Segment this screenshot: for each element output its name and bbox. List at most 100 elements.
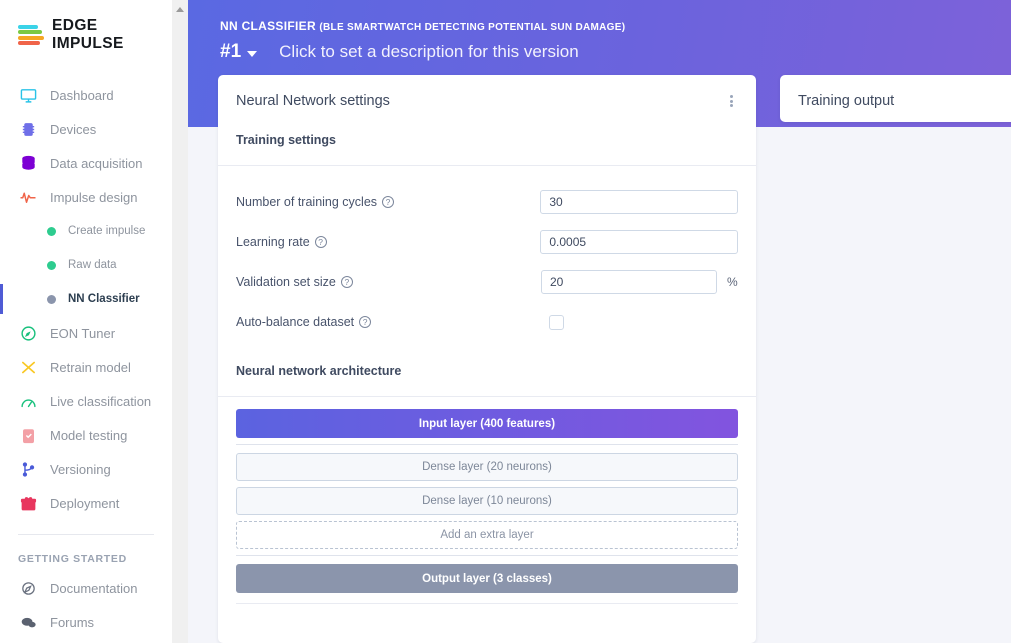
add-extra-layer-button[interactable]: Add an extra layer bbox=[236, 521, 738, 549]
help-icon[interactable]: ? bbox=[359, 316, 372, 328]
sidebar-item-label: EON Tuner bbox=[50, 325, 116, 341]
sidebar-item-label: Documentation bbox=[50, 580, 138, 596]
sidebar-item-model-testing[interactable]: Model testing bbox=[0, 418, 172, 452]
sidebar-item-label: Model testing bbox=[50, 427, 128, 443]
validation-set-size-input[interactable] bbox=[541, 270, 717, 294]
sidebar-nav: Dashboard Devices Data acquisition Impul… bbox=[0, 78, 172, 639]
dot-icon bbox=[46, 289, 56, 309]
layer-separator bbox=[236, 555, 738, 556]
main-content: NN CLASSIFIER (BLE SMARTWATCH DETECTING … bbox=[188, 0, 1011, 643]
dense-layer-block[interactable]: Dense layer (20 neurons) bbox=[236, 453, 738, 481]
sidebar-item-devices[interactable]: Devices bbox=[0, 112, 172, 146]
help-icon[interactable]: ? bbox=[382, 196, 395, 208]
version-description[interactable]: Click to set a description for this vers… bbox=[279, 42, 579, 62]
field-label: Learning rate ? bbox=[236, 235, 540, 249]
output-layer-block[interactable]: Output layer (3 classes) bbox=[236, 564, 738, 593]
field-row-training-cycles: Number of training cycles ? bbox=[236, 182, 738, 222]
sidebar-scrollbar[interactable] bbox=[172, 0, 188, 643]
version-number[interactable]: #1 bbox=[220, 41, 241, 63]
percent-suffix: % bbox=[727, 275, 738, 289]
sidebar-item-label: Deployment bbox=[50, 495, 120, 511]
sidebar-item-label: Data acquisition bbox=[50, 155, 143, 171]
sidebar: EDGE IMPULSE Dashboard Devices Data acqu… bbox=[0, 0, 172, 643]
field-label: Number of training cycles ? bbox=[236, 195, 540, 209]
field-label: Auto-balance dataset ? bbox=[236, 315, 541, 329]
neural-network-settings-card: Neural Network settings Training setting… bbox=[218, 75, 756, 643]
input-layer-block[interactable]: Input layer (400 features) bbox=[236, 409, 738, 438]
field-row-auto-balance: Auto-balance dataset ? bbox=[236, 302, 738, 342]
edge-impulse-logo-icon bbox=[18, 25, 44, 45]
card-header: Training output bbox=[780, 75, 1011, 109]
field-label-text: Auto-balance dataset bbox=[236, 315, 355, 329]
brand-name: EDGE IMPULSE bbox=[52, 17, 124, 52]
field-row-validation-set-size: Validation set size ? % bbox=[236, 262, 738, 302]
scroll-up-arrow-icon[interactable] bbox=[176, 7, 184, 12]
shuffle-icon bbox=[18, 357, 38, 377]
brand-logo[interactable]: EDGE IMPULSE bbox=[0, 0, 172, 52]
gift-icon bbox=[18, 493, 38, 513]
sidebar-item-label: Retrain model bbox=[50, 359, 131, 375]
compass-icon bbox=[18, 323, 38, 343]
dense-layer-block[interactable]: Dense layer (10 neurons) bbox=[236, 487, 738, 515]
field-label-text: Validation set size bbox=[236, 275, 336, 289]
sidebar-item-label: NN Classifier bbox=[68, 293, 140, 305]
monitor-icon bbox=[18, 85, 38, 105]
breadcrumb-page: NN CLASSIFIER bbox=[220, 19, 316, 33]
database-icon bbox=[18, 153, 38, 173]
learning-rate-input[interactable] bbox=[540, 230, 738, 254]
sidebar-item-label: Raw data bbox=[68, 259, 117, 271]
chevron-down-icon[interactable] bbox=[247, 50, 258, 57]
sidebar-item-label: Impulse design bbox=[50, 189, 138, 205]
sidebar-item-create-impulse[interactable]: Create impulse bbox=[0, 214, 172, 248]
dot-icon bbox=[46, 221, 56, 241]
sidebar-item-label: Live classification bbox=[50, 393, 152, 409]
sidebar-item-label: Versioning bbox=[50, 461, 111, 477]
sidebar-item-forums[interactable]: Forums bbox=[0, 605, 172, 639]
branch-icon bbox=[18, 459, 38, 479]
sidebar-section-label: GETTING STARTED bbox=[18, 553, 127, 565]
auto-balance-checkbox[interactable] bbox=[549, 314, 564, 330]
sidebar-item-retrain-model[interactable]: Retrain model bbox=[0, 350, 172, 384]
chat-icon bbox=[18, 612, 38, 632]
architecture-layers: Input layer (400 features) Dense layer (… bbox=[218, 397, 756, 604]
pulse-icon bbox=[18, 187, 38, 207]
sidebar-item-eon-tuner[interactable]: EON Tuner bbox=[0, 316, 172, 350]
sidebar-item-raw-data[interactable]: Raw data bbox=[0, 248, 172, 282]
training-cycles-input[interactable] bbox=[540, 190, 738, 214]
layer-separator bbox=[236, 444, 738, 445]
compass-doc-icon bbox=[18, 578, 38, 598]
dot-icon bbox=[46, 255, 56, 275]
app-root: EDGE IMPULSE Dashboard Devices Data acqu… bbox=[0, 0, 1011, 643]
field-label-text: Learning rate bbox=[236, 235, 310, 249]
training-output-title: Training output bbox=[798, 93, 895, 109]
sidebar-item-deployment[interactable]: Deployment bbox=[0, 486, 172, 520]
sidebar-item-label: Dashboard bbox=[50, 87, 114, 103]
sidebar-item-label: Devices bbox=[50, 121, 97, 137]
breadcrumb: NN CLASSIFIER (BLE SMARTWATCH DETECTING … bbox=[220, 19, 625, 33]
training-settings-heading: Training settings bbox=[236, 133, 337, 147]
sidebar-item-data-acquisition[interactable]: Data acquisition bbox=[0, 146, 172, 180]
sidebar-item-nn-classifier[interactable]: NN Classifier bbox=[0, 282, 172, 316]
sidebar-item-label: Create impulse bbox=[68, 225, 146, 237]
sidebar-item-label: Forums bbox=[50, 614, 95, 630]
field-row-learning-rate: Learning rate ? bbox=[236, 222, 738, 262]
sidebar-item-versioning[interactable]: Versioning bbox=[0, 452, 172, 486]
chip-icon bbox=[18, 119, 38, 139]
kebab-menu-icon[interactable] bbox=[724, 93, 738, 109]
card-bottom-divider bbox=[236, 603, 738, 604]
training-output-card: Training output bbox=[780, 75, 1011, 122]
field-label-text: Number of training cycles bbox=[236, 195, 378, 209]
sidebar-item-live-classification[interactable]: Live classification bbox=[0, 384, 172, 418]
page-title: Neural Network settings bbox=[236, 93, 390, 109]
version-row: #1 Click to set a description for this v… bbox=[220, 41, 579, 63]
sidebar-item-impulse-design[interactable]: Impulse design bbox=[0, 180, 172, 214]
sidebar-item-dashboard[interactable]: Dashboard bbox=[0, 78, 172, 112]
help-icon[interactable]: ? bbox=[314, 236, 327, 248]
field-label: Validation set size ? bbox=[236, 275, 541, 289]
architecture-heading: Neural network architecture bbox=[236, 364, 402, 378]
help-icon[interactable]: ? bbox=[340, 276, 353, 288]
sidebar-item-documentation[interactable]: Documentation bbox=[0, 571, 172, 605]
breadcrumb-project: (BLE SMARTWATCH DETECTING POTENTIAL SUN … bbox=[319, 22, 626, 33]
card-header: Neural Network settings bbox=[218, 75, 756, 109]
clipboard-check-icon bbox=[18, 425, 38, 445]
